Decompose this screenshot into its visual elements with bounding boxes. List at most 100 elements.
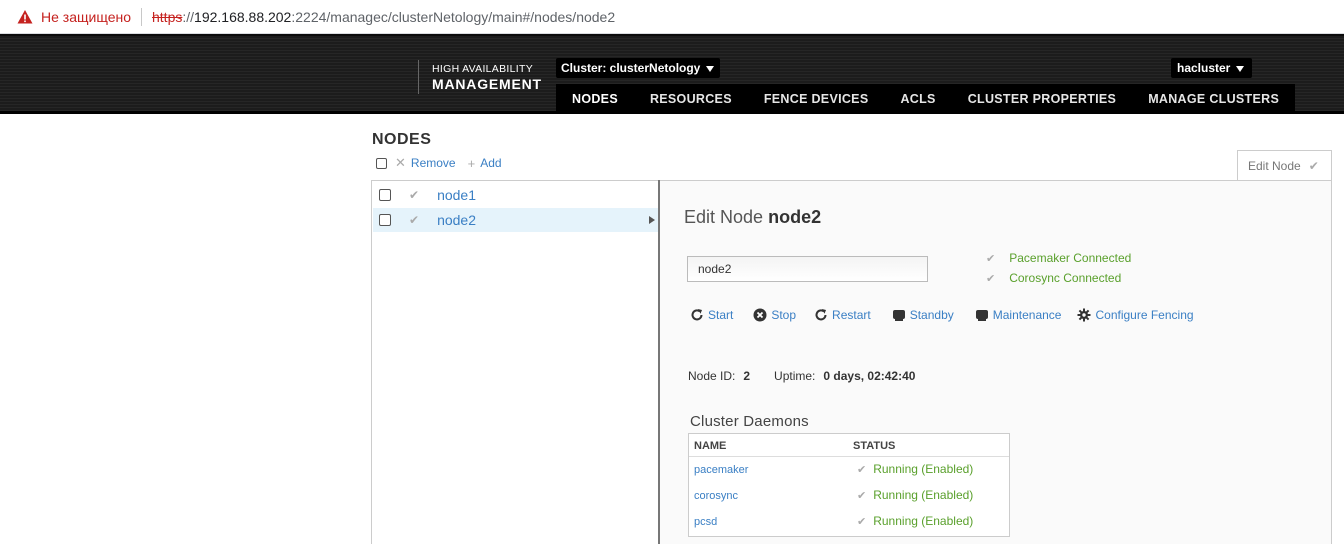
nav-nodes[interactable]: NODES (556, 84, 634, 114)
check-icon: ✔ (857, 463, 867, 476)
user-menu-label: hacluster (1177, 61, 1231, 75)
restart-button[interactable]: Restart (814, 308, 871, 322)
check-icon: ✔ (986, 272, 996, 285)
daemon-status-label: Running (Enabled) (873, 514, 974, 528)
close-icon: ✕ (395, 155, 406, 170)
column-header-name: NAME (694, 440, 727, 452)
standby-button[interactable]: Standby (892, 308, 954, 322)
nav-acls[interactable]: ACLS (884, 84, 951, 114)
daemon-name[interactable]: corosync (694, 490, 738, 502)
daemon-status-label: Running (Enabled) (873, 462, 974, 476)
corosync-status-label: Corosync Connected (1009, 271, 1122, 285)
node-checkbox[interactable] (379, 189, 391, 201)
node-name[interactable]: node2 (437, 212, 476, 228)
url-colon: :// (182, 8, 195, 25)
corosync-status: ✔ Corosync Connected (986, 271, 1121, 285)
chevron-down-icon (706, 66, 715, 72)
uptime-value: 0 days, 02:42:40 (823, 369, 916, 383)
page-title: NODES (372, 131, 432, 148)
daemon-status: ✔ Running (Enabled) (857, 514, 973, 528)
standby-label: Standby (909, 308, 954, 322)
edit-node-heading-prefix: Edit Node (684, 207, 764, 227)
cluster-selector-label: Cluster: clusterNetology (561, 61, 701, 75)
check-icon: ✔ (857, 515, 867, 528)
table-row: pacemaker ✔ Running (Enabled) (689, 457, 1009, 483)
stop-label: Stop (771, 308, 797, 322)
chevron-right-icon (649, 216, 655, 224)
maintenance-icon (975, 308, 989, 322)
node-id-value: 2 (743, 369, 751, 383)
node-name[interactable]: node1 (437, 187, 476, 203)
logo-line2: MANAGEMENT (432, 76, 542, 92)
uptime-label: Uptime: (774, 369, 816, 383)
start-button[interactable]: Start (690, 308, 733, 322)
header-bottom-border (0, 111, 1344, 114)
table-header: NAME STATUS (689, 434, 1009, 457)
add-node-button[interactable]: + Add (468, 156, 502, 171)
nav-fence-devices[interactable]: FENCE DEVICES (748, 84, 885, 114)
cluster-selector[interactable]: Cluster: clusterNetology (556, 58, 721, 78)
cluster-daemons-title: Cluster Daemons (690, 413, 809, 430)
chevron-down-icon (1236, 66, 1245, 72)
node-list: ✔ node1 ✔ node2 (371, 180, 659, 544)
remove-label: Remove (410, 156, 456, 170)
nav-resources[interactable]: RESOURCES (634, 84, 748, 114)
column-header-status: STATUS (853, 440, 896, 452)
remove-node-button[interactable]: ✕ Remove (395, 155, 456, 171)
gear-icon (1077, 308, 1091, 322)
url-path: :2224/managec/clusterNetology/main#/node… (291, 8, 616, 25)
node-meta: Node ID: 2 Uptime: 0 days, 02:42:40 (688, 369, 915, 383)
nav-manage-clusters[interactable]: MANAGE CLUSTERS (1132, 84, 1295, 114)
pacemaker-status-label: Pacemaker Connected (1009, 251, 1132, 265)
check-icon: ✔ (409, 188, 420, 202)
node-name-field[interactable] (687, 256, 928, 282)
check-icon: ✔ (409, 213, 420, 227)
warning-icon (17, 9, 33, 25)
daemon-status: ✔ Running (Enabled) (857, 488, 973, 502)
stop-button[interactable]: Stop (753, 308, 796, 322)
node-actions: Start Stop Restart Standby Maintenance C… (690, 308, 1194, 322)
check-icon: ✔ (1308, 159, 1319, 173)
node-list-actions: ✕ Remove + Add (376, 155, 502, 171)
edit-node-heading-name: node2 (768, 207, 822, 227)
browser-address-bar[interactable]: Не защищено https://192.168.88.202:2224/… (0, 0, 1344, 34)
add-label: Add (480, 156, 502, 170)
configure-fencing-button[interactable]: Configure Fencing (1077, 308, 1194, 322)
tab-edit-node[interactable]: Edit Node ✔ (1237, 150, 1332, 181)
insecure-label[interactable]: Не защищено (41, 9, 131, 25)
start-label: Start (708, 308, 734, 322)
refresh-icon (814, 308, 828, 322)
url-scheme: https (152, 8, 183, 25)
main-nav: NODES RESOURCES FENCE DEVICES ACLS CLUST… (556, 84, 1296, 114)
logo-line1: HIGH AVAILABILITY (432, 63, 533, 75)
nav-cluster-properties[interactable]: CLUSTER PROPERTIES (952, 84, 1132, 114)
list-item[interactable]: ✔ node1 (373, 183, 658, 207)
daemon-name[interactable]: pacemaker (694, 464, 748, 476)
stop-icon (753, 308, 767, 322)
restart-label: Restart (832, 308, 871, 322)
url-separator (141, 7, 142, 26)
check-icon: ✔ (986, 252, 996, 265)
edit-node-heading: Edit Node node2 (684, 207, 821, 228)
table-row: corosync ✔ Running (Enabled) (689, 483, 1009, 509)
app-header: HIGH AVAILABILITY MANAGEMENT Cluster: cl… (0, 34, 1344, 114)
tab-edit-node-label: Edit Node (1248, 159, 1301, 173)
maintenance-label: Maintenance (992, 308, 1062, 322)
list-item[interactable]: ✔ node2 (373, 208, 658, 232)
user-menu[interactable]: hacluster (1171, 58, 1253, 78)
pacemaker-status: ✔ Pacemaker Connected (986, 251, 1131, 265)
refresh-icon (690, 308, 704, 322)
table-row: pcsd ✔ Running (Enabled) (689, 509, 1009, 535)
plus-icon: + (467, 155, 476, 171)
check-icon: ✔ (857, 489, 867, 502)
node-id-label: Node ID: (688, 369, 736, 383)
daemon-name[interactable]: pcsd (694, 516, 717, 528)
url-host: 192.168.88.202 (194, 8, 292, 25)
edit-node-panel: Edit Node node2 ✔ Pacemaker Connected ✔ … (660, 180, 1332, 544)
node-checkbox[interactable] (379, 214, 391, 226)
logo-divider (418, 60, 419, 94)
cluster-daemons-table: NAME STATUS pacemaker ✔ Running (Enabled)… (688, 433, 1010, 537)
daemon-status-label: Running (Enabled) (873, 488, 974, 502)
maintenance-button[interactable]: Maintenance (975, 308, 1062, 322)
select-all-checkbox[interactable] (376, 157, 387, 169)
